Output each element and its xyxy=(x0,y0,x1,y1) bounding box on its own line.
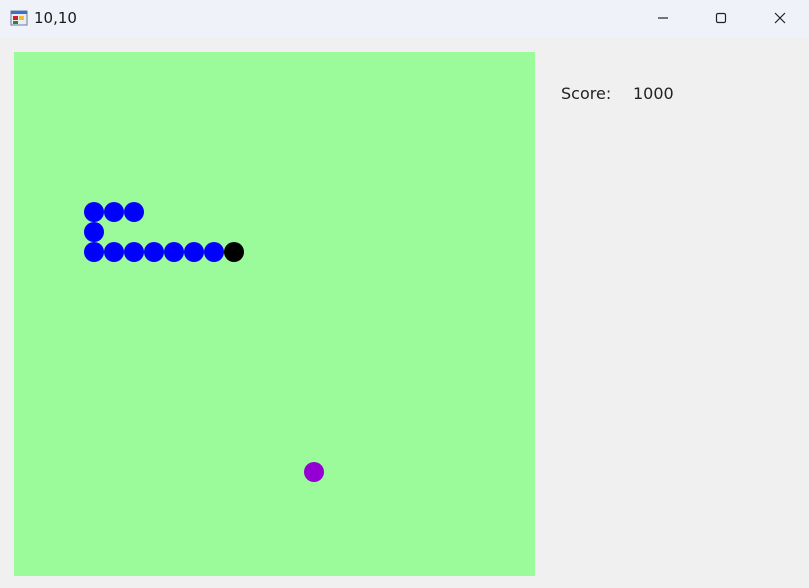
snake-segment xyxy=(84,242,104,262)
game-board-canvas xyxy=(84,202,324,482)
score-label: Score: xyxy=(561,84,612,103)
snake-segment xyxy=(104,242,124,262)
close-icon xyxy=(774,12,786,24)
snake-segment xyxy=(124,242,144,262)
food-pellet xyxy=(304,462,324,482)
snake-segment xyxy=(184,242,204,262)
title-bar[interactable]: 10,10 xyxy=(0,0,809,38)
close-button[interactable] xyxy=(751,0,809,36)
snake-segment xyxy=(84,202,104,222)
snake-segment xyxy=(144,242,164,262)
snake-segment xyxy=(124,202,144,222)
minimize-icon xyxy=(658,17,668,19)
maximize-icon xyxy=(715,12,727,24)
game-window: 10,10 Score: 1000 xyxy=(0,0,809,588)
minimize-button[interactable] xyxy=(634,0,692,36)
snake-head xyxy=(224,242,244,262)
window-title: 10,10 xyxy=(34,9,77,27)
score-value: 1000 xyxy=(633,84,674,103)
snake-segment xyxy=(204,242,224,262)
snake-segment xyxy=(104,202,124,222)
maximize-button[interactable] xyxy=(692,0,750,36)
snake-segment xyxy=(164,242,184,262)
game-board[interactable] xyxy=(14,52,535,576)
windows-form-icon xyxy=(10,10,28,26)
snake-segment xyxy=(84,222,104,242)
